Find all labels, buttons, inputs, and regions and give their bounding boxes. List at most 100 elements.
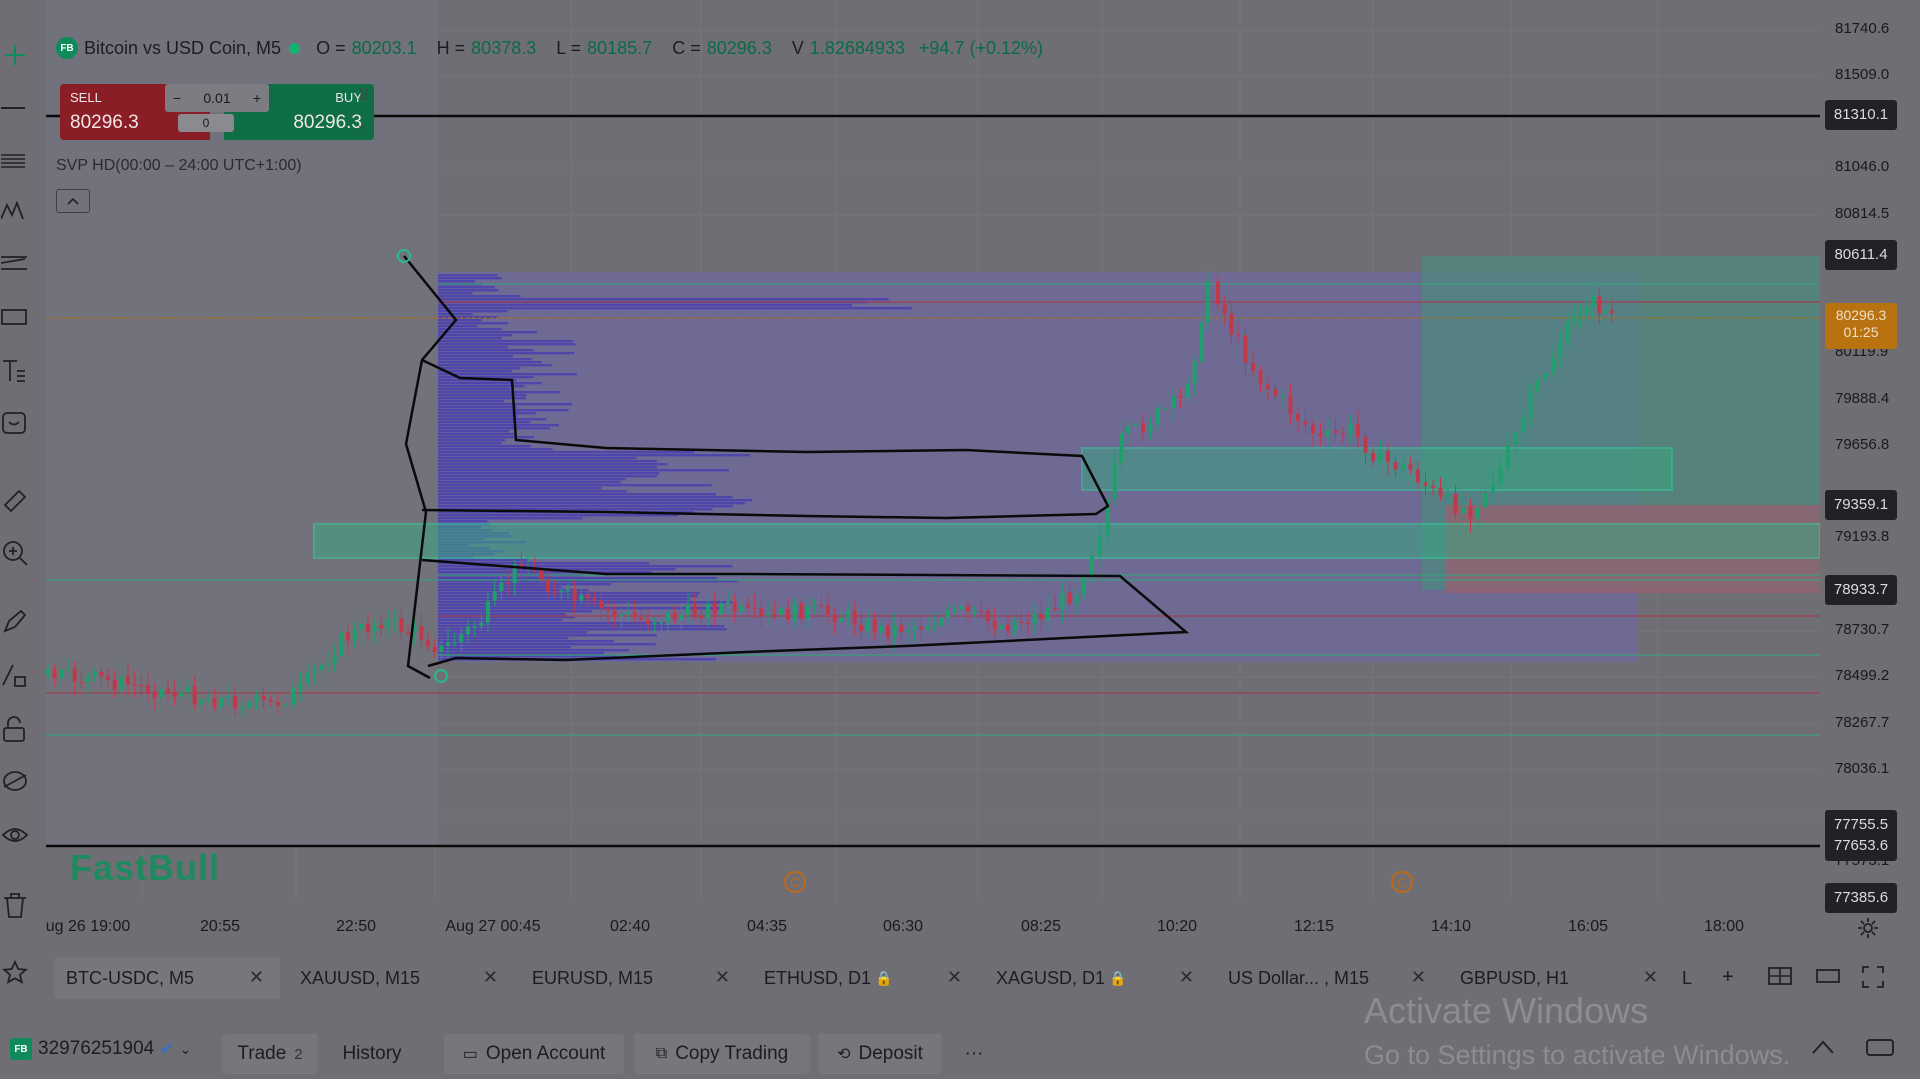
system-tray bbox=[1810, 1038, 1894, 1058]
crosshair-icon[interactable] bbox=[0, 40, 30, 70]
time-axis[interactable]: ug 26 19:00 20:55 22:50 Aug 27 00:45 02:… bbox=[46, 914, 1820, 944]
close-icon[interactable]: ✕ bbox=[715, 967, 730, 988]
volume-profile-bar bbox=[438, 496, 733, 499]
text-tool-icon[interactable] bbox=[0, 356, 30, 386]
close-icon[interactable]: ✕ bbox=[1643, 967, 1658, 988]
eye-icon[interactable] bbox=[0, 820, 30, 850]
close-icon[interactable]: ✕ bbox=[1411, 967, 1426, 988]
volume-profile-bar bbox=[438, 355, 514, 358]
volume-profile-bar bbox=[438, 469, 729, 472]
qty-minus-button[interactable]: − bbox=[173, 90, 181, 106]
more-label: ··· bbox=[964, 1043, 984, 1064]
qty-value[interactable]: 0.01 bbox=[203, 90, 230, 106]
candle-body bbox=[1288, 396, 1293, 414]
window-icon[interactable] bbox=[1816, 966, 1840, 992]
fib-tool-icon[interactable] bbox=[0, 248, 30, 278]
candle-body bbox=[1528, 391, 1533, 418]
activation-subtitle: Go to Settings to activate Windows. bbox=[1364, 1040, 1791, 1070]
candle-body bbox=[326, 663, 330, 666]
event-marker-icon: C bbox=[1391, 871, 1413, 893]
draw-lock-icon[interactable] bbox=[0, 660, 30, 690]
volume-profile-bar bbox=[438, 439, 506, 442]
volume-profile-bar bbox=[438, 325, 478, 328]
time-tick: 10:20 bbox=[1156, 918, 1198, 935]
chart-canvas[interactable]: C C bbox=[46, 0, 1820, 950]
price-level-label[interactable]: 80611.4 bbox=[1825, 240, 1897, 270]
high-value: 80378.3 bbox=[471, 37, 537, 58]
fullscreen-icon[interactable] bbox=[1862, 966, 1884, 994]
collapse-indicators-button[interactable] bbox=[56, 189, 90, 213]
chevron-up-icon[interactable] bbox=[1810, 1038, 1836, 1056]
candle-body bbox=[166, 688, 170, 693]
price-level-label[interactable]: 79359.1 bbox=[1825, 490, 1897, 520]
candle-body bbox=[99, 671, 104, 677]
price-level-label[interactable]: 78933.7 bbox=[1825, 575, 1897, 605]
ruler-icon[interactable] bbox=[0, 486, 30, 516]
chart-tab[interactable]: XAGUSD, D1 🔒 ✕ bbox=[984, 957, 1210, 999]
account-selector[interactable]: FB 32976251904 ✔ ⌄ bbox=[10, 1038, 191, 1060]
layout-icon[interactable] bbox=[1768, 966, 1792, 992]
candle-body bbox=[986, 611, 990, 621]
close-icon[interactable]: ✕ bbox=[249, 967, 264, 988]
volume-profile-bar bbox=[438, 454, 750, 457]
card-icon: ▭ bbox=[462, 1046, 478, 1063]
candle-body bbox=[1126, 426, 1130, 434]
tab-label: ETHUSD, D1 bbox=[764, 967, 872, 988]
candle-body bbox=[92, 671, 97, 677]
close-icon[interactable]: ✕ bbox=[1179, 967, 1194, 988]
close-value: 80296.3 bbox=[706, 37, 772, 58]
add-tab-icon[interactable]: + bbox=[1722, 966, 1734, 989]
gear-icon[interactable] bbox=[1856, 916, 1880, 945]
symbol-legend[interactable]: FB Bitcoin vs USD Coin, M5 O = 80203.1 H … bbox=[56, 36, 1043, 60]
candle-body bbox=[666, 612, 670, 623]
chevron-down-icon: ⌄ bbox=[179, 1040, 192, 1057]
chevron-down-icon[interactable]: ⌄ bbox=[356, 116, 368, 133]
zoom-in-icon[interactable] bbox=[0, 538, 30, 568]
close-icon[interactable]: ✕ bbox=[483, 967, 498, 988]
history-tab[interactable]: History bbox=[326, 1034, 418, 1074]
drag-handle-icon[interactable]: ⠿ bbox=[358, 86, 370, 106]
volume-profile-bar bbox=[438, 424, 559, 427]
hide-drawings-icon[interactable] bbox=[0, 766, 30, 796]
candle-body bbox=[1026, 622, 1030, 624]
chart-tab[interactable]: ETHUSD, D1 🔒 ✕ bbox=[752, 957, 978, 999]
price-axis[interactable]: 81740.6 81509.0 81310.1 81046.0 80814.5 … bbox=[1820, 0, 1920, 950]
candle-body bbox=[1506, 445, 1510, 468]
open-account-button[interactable]: ▭ Open Account bbox=[444, 1034, 624, 1074]
lock-icon[interactable] bbox=[0, 714, 30, 744]
emoji-tool-icon[interactable] bbox=[0, 408, 30, 438]
volume-profile-bar bbox=[438, 478, 626, 481]
indicator-label[interactable]: SVP HD(00:00 – 24:00 UTC+1:00) bbox=[56, 157, 302, 175]
chart-tab[interactable]: XAUUSD, M15 ✕ bbox=[288, 957, 514, 999]
price-level-label[interactable]: 77653.6 bbox=[1825, 831, 1897, 861]
close-icon[interactable]: ✕ bbox=[947, 967, 962, 988]
quantity-stepper[interactable]: − 0.01 + bbox=[165, 84, 269, 112]
candle-body bbox=[652, 622, 657, 625]
svg-text:C: C bbox=[790, 875, 799, 890]
volume-profile-bar bbox=[438, 331, 537, 334]
pattern-tool-icon[interactable] bbox=[0, 196, 30, 226]
volume-profile-bar bbox=[438, 493, 716, 496]
price-chart[interactable]: C C bbox=[46, 0, 1820, 950]
copy-trading-button[interactable]: ⧉ Copy Trading bbox=[634, 1034, 810, 1074]
qty-plus-button[interactable]: + bbox=[253, 90, 261, 106]
lines-tool-icon[interactable] bbox=[0, 146, 30, 176]
chart-tab[interactable]: BTC-USDC, M5 ✕ bbox=[54, 957, 280, 999]
trend-line-icon[interactable] bbox=[0, 93, 30, 123]
trade-tab[interactable]: Trade 2 bbox=[222, 1034, 318, 1074]
deposit-button[interactable]: ⟲ Deposit bbox=[818, 1034, 942, 1074]
rectangle-tool-icon[interactable] bbox=[0, 302, 30, 332]
candle-body bbox=[1266, 384, 1270, 389]
chart-tab[interactable]: EURUSD, M15 ✕ bbox=[520, 957, 746, 999]
candle-body bbox=[1491, 483, 1495, 494]
candle-body bbox=[1348, 424, 1353, 435]
price-level-label[interactable]: 81310.1 bbox=[1825, 100, 1897, 130]
panel-icon[interactable] bbox=[1866, 1038, 1894, 1058]
magnet-icon[interactable] bbox=[0, 606, 30, 636]
trash-icon[interactable] bbox=[0, 890, 30, 920]
candle-body bbox=[268, 699, 273, 702]
symbol-name[interactable]: Bitcoin vs USD Coin, M5 bbox=[84, 38, 281, 59]
price-level-label[interactable]: 77385.6 bbox=[1825, 883, 1897, 913]
more-button[interactable]: ··· bbox=[952, 1034, 996, 1074]
candle-body bbox=[1251, 362, 1255, 371]
